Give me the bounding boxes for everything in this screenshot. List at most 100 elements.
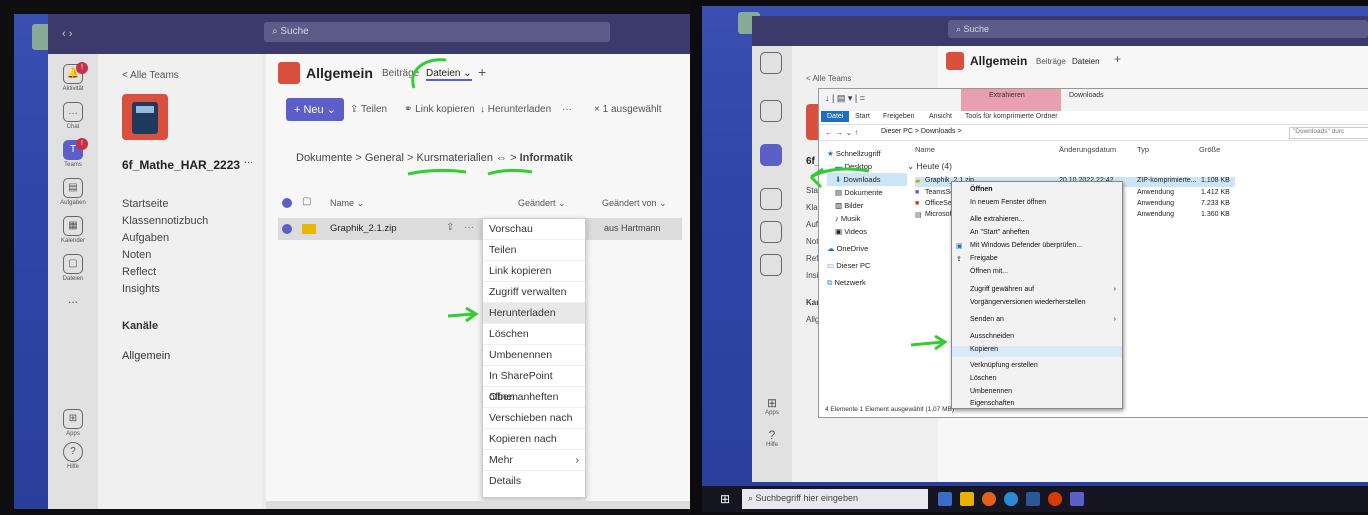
channel-allgemein[interactable]: Allgemein (122, 350, 170, 362)
ribbon-tab-freigeben[interactable]: Freigeben (883, 113, 915, 120)
new-button[interactable]: + Neu ⌄ (286, 98, 344, 121)
calendar-icon[interactable] (760, 221, 782, 243)
menu-defender[interactable]: ▣ Mit Windows Defender überprüfen... (952, 242, 1122, 250)
rail-files[interactable]: ▢ Dateien (48, 254, 98, 282)
nav-arrows-icon[interactable]: ‹ › (62, 28, 72, 40)
add-tab-button[interactable]: + (478, 64, 486, 80)
nav-schnellzugriff[interactable]: ★ Schnellzugriff (827, 147, 907, 160)
file-row[interactable]: Graphik_2.1.zip ⇪ ··· aus Hartmann (278, 218, 682, 240)
office-icon[interactable] (1048, 492, 1062, 506)
rail-help[interactable]: ? Hilfe (758, 428, 786, 448)
horizontal-scrollbar[interactable] (266, 501, 690, 509)
task-view-icon[interactable] (938, 492, 952, 506)
column-type[interactable]: Typ (1137, 145, 1149, 154)
ribbon-tab-start[interactable]: Start (855, 113, 870, 120)
ribbon-tab-ansicht[interactable]: Ansicht (929, 113, 952, 120)
rail-teams[interactable]: T Teams! (48, 138, 98, 168)
menu-oeffnen-mit[interactable]: Öffnen mit... (952, 268, 1122, 275)
edge-icon[interactable] (1004, 492, 1018, 506)
nav-bilder[interactable]: ▧ Bilder (827, 199, 907, 212)
menu-eigenschaften[interactable]: Eigenschaften (952, 400, 1122, 407)
nav-onedrive[interactable]: ☁ OneDrive (827, 242, 907, 255)
address-path[interactable]: Dieser PC > Downloads > (881, 128, 962, 135)
menu-verknuepfung[interactable]: Verknüpfung erstellen (952, 362, 1122, 369)
file-name[interactable]: Graphik_2.1.zip (330, 223, 397, 234)
menu-loeschen[interactable]: Löschen (952, 375, 1122, 382)
add-tab-button[interactable]: + (1114, 52, 1121, 66)
menu-an-start-anheften[interactable]: An "Start" anheften (952, 229, 1122, 236)
extract-tab-header[interactable]: Extrahieren (961, 89, 1061, 111)
menu-kopieren-nach[interactable]: Kopieren nach (483, 429, 585, 450)
bell-icon[interactable] (760, 52, 782, 74)
chat-icon[interactable] (760, 100, 782, 122)
breadcrumb-general[interactable]: General (365, 152, 404, 164)
nav-arrows-icon[interactable]: ← → ⌄ ↑ (825, 128, 858, 137)
breadcrumb-kursmaterialien[interactable]: Kursmaterialien (417, 152, 493, 164)
rail-help[interactable]: ? Hilfe (48, 442, 98, 470)
menu-zugriff-verwalten[interactable]: Zugriff verwalten (483, 282, 585, 303)
rail-more[interactable]: ... (48, 292, 98, 306)
column-modified[interactable]: Geändert ⌄ (518, 198, 566, 209)
nav-reflect[interactable]: Reflect (122, 264, 208, 281)
share-icon[interactable]: ⇪ (446, 222, 454, 233)
menu-oeffnen[interactable]: Öffnen (952, 186, 1122, 193)
menu-kopieren[interactable]: Kopieren (952, 346, 1122, 357)
menu-details[interactable]: Details (483, 471, 585, 492)
search-input[interactable]: ⌕ Suche (264, 22, 610, 42)
rail-assignments[interactable]: ▤ Aufgaben (48, 178, 98, 206)
menu-freigabe[interactable]: ⇪ Freigabe (952, 255, 1122, 263)
nav-videos[interactable]: ▣ Videos (827, 225, 907, 238)
rail-activity[interactable]: 🔔 Aktivität! (48, 62, 98, 92)
ribbon-tab-datei[interactable]: Datei (821, 111, 850, 122)
row-checkbox[interactable] (282, 224, 292, 234)
share-button[interactable]: ⇪ Teilen (350, 104, 387, 115)
word-icon[interactable] (1026, 492, 1040, 506)
menu-teilen[interactable]: Teilen (483, 240, 585, 261)
menu-zugriff-gewaehren[interactable]: Zugriff gewähren auf › (952, 286, 1122, 293)
nav-dieser-pc[interactable]: ▭ Dieser PC (827, 259, 907, 272)
quick-access-toolbar-icon[interactable]: ↓ | ▤ ▾ | = (825, 93, 865, 104)
column-date[interactable]: Änderungsdatum (1059, 145, 1116, 154)
menu-umbenennen[interactable]: Umbenennen (952, 388, 1122, 395)
download-button[interactable]: ↓ Herunterladen (480, 104, 551, 115)
windows-start-icon[interactable]: ⊞ (720, 492, 730, 506)
assignments-icon[interactable] (760, 188, 782, 210)
search-input[interactable]: ⌕ Suche (948, 20, 1368, 38)
toolbar-more-button[interactable]: ··· (562, 104, 572, 115)
ribbon-tab-compressed-tools[interactable]: Tools für komprimierte Ordner (965, 113, 1058, 120)
select-all-checkbox[interactable] (282, 198, 292, 208)
menu-ausschneiden[interactable]: Ausschneiden (952, 333, 1122, 340)
breadcrumb-dokumente[interactable]: Dokumente (296, 152, 352, 164)
firefox-icon[interactable] (982, 492, 996, 506)
menu-alle-extrahieren[interactable]: Alle extrahieren... (952, 216, 1122, 223)
breadcrumb-informatik[interactable]: Informatik (520, 152, 573, 164)
nav-klassennotizbuch[interactable]: Klassennotizbuch (122, 213, 208, 230)
menu-verschieben-nach[interactable]: Verschieben nach (483, 408, 585, 429)
rail-apps[interactable]: ⊞ Apps (758, 396, 786, 416)
menu-vorgaengerversionen[interactable]: Vorgängerversionen wiederherstellen (952, 299, 1122, 306)
teams-icon[interactable] (760, 144, 782, 166)
team-more-button[interactable]: ... (244, 154, 253, 166)
menu-link-kopieren[interactable]: Link kopieren (483, 261, 585, 282)
menu-loeschen[interactable]: Löschen (483, 324, 585, 345)
menu-mehr[interactable]: Mehr › (483, 450, 585, 471)
taskbar-search-input[interactable]: ⌕ Suchbegriff hier eingeben (742, 489, 928, 509)
rail-calendar[interactable]: ▦ Kalender (48, 216, 98, 244)
menu-herunterladen[interactable]: Herunterladen (483, 303, 585, 324)
back-to-teams-link[interactable]: < Alle Teams (806, 74, 851, 83)
column-name[interactable]: Name ⌄ (330, 198, 364, 209)
menu-umbenennen[interactable]: Umbenennen (483, 345, 585, 366)
back-to-teams-link[interactable]: < Alle Teams (122, 70, 179, 81)
rail-apps[interactable]: ⊞ Apps (48, 409, 98, 437)
teams-taskbar-icon[interactable] (1070, 492, 1084, 506)
menu-senden-an[interactable]: Senden an › (952, 316, 1122, 323)
nav-noten[interactable]: Noten (122, 247, 208, 264)
row-more-icon[interactable]: ··· (464, 222, 474, 233)
group-heute[interactable]: ⌄ Heute (4) (907, 161, 952, 172)
selection-count[interactable]: × 1 ausgewählt (594, 104, 662, 115)
nav-insights[interactable]: Insights (122, 281, 208, 298)
file-explorer-icon[interactable] (960, 492, 974, 506)
column-size[interactable]: Größe (1199, 145, 1220, 154)
copy-link-button[interactable]: ⚭ Link kopieren (404, 104, 475, 115)
nav-musik[interactable]: ♪ Musik (827, 212, 907, 225)
